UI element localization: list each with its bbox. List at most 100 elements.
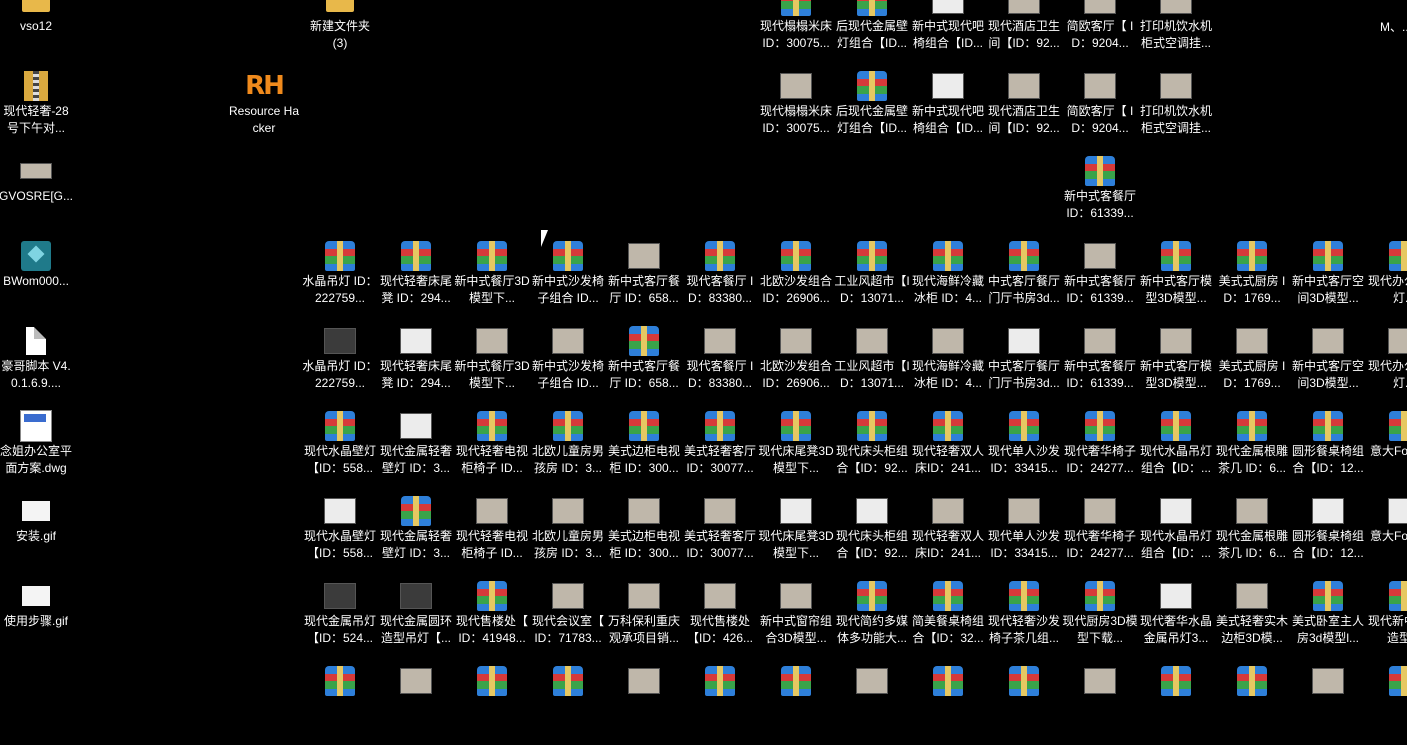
desktop-icon[interactable]: 现代单人沙发 ID：33415... xyxy=(986,405,1062,490)
desktop-icon[interactable]: 使用步骤.gif xyxy=(0,575,74,660)
desktop-icon[interactable]: 现代酒店卫生间【ID：92... xyxy=(986,65,1062,150)
desktop-icon[interactable] xyxy=(758,660,834,745)
desktop-icon[interactable]: 现代售楼处【 ID：41948... xyxy=(454,575,530,660)
desktop-icon[interactable]: 安装.gif xyxy=(0,490,74,575)
desktop-icon[interactable]: 打印机饮水机柜式空调挂... xyxy=(1138,65,1214,150)
desktop-icon[interactable]: 新中式现代吧椅组合【ID... xyxy=(910,0,986,65)
desktop-icon[interactable]: 新中式窗帘组合3D模型... xyxy=(758,575,834,660)
desktop-icon[interactable]: 北欧儿童房男孩房 ID：3... xyxy=(530,490,606,575)
desktop-icon[interactable]: 美式边柜电视柜 ID：300... xyxy=(606,490,682,575)
desktop-icon[interactable]: 现代奢华水晶金属吊灯3... xyxy=(1138,575,1214,660)
desktop-icon[interactable]: 新中式客厅餐厅 ID：658... xyxy=(606,320,682,405)
desktop-icon[interactable]: 现代床尾凳3D模型下... xyxy=(758,405,834,490)
desktop-icon[interactable]: 北欧儿童房男孩房 ID：3... xyxy=(530,405,606,490)
desktop-icon[interactable]: 简欧客厅【 ID：9204... xyxy=(1062,0,1138,65)
desktop-icon[interactable]: 万科保利重庆观承项目销... xyxy=(606,575,682,660)
desktop-icon[interactable]: 新中式客餐厅 ID：61339... xyxy=(1062,150,1138,235)
desktop-icon[interactable]: 新中式客厅餐厅 ID：658... xyxy=(606,235,682,320)
desktop-icon[interactable]: 现代轻奢床尾凳 ID：294... xyxy=(378,235,454,320)
desktop-icon[interactable]: 新中式客厅模型3D模型... xyxy=(1138,320,1214,405)
desktop-icon[interactable]: 现代厨房3D模型下载... xyxy=(1062,575,1138,660)
desktop-icon[interactable] xyxy=(1214,660,1290,745)
desktop-icon[interactable] xyxy=(834,660,910,745)
desktop-icon[interactable]: 现代办公形吊灯... xyxy=(1366,235,1407,320)
desktop-icon[interactable]: 现代海鲜冷藏冰柜 ID：4... xyxy=(910,320,986,405)
desktop-icon[interactable]: 新中式客厅空间3D模型... xyxy=(1290,320,1366,405)
desktop-icon[interactable]: GVOSRE[G... xyxy=(0,150,74,235)
desktop-icon[interactable]: 现代办公形吊灯... xyxy=(1366,320,1407,405)
desktop-icon[interactable] xyxy=(986,660,1062,745)
desktop-icon[interactable]: 新中式客厅模型3D模型... xyxy=(1138,235,1214,320)
desktop-icon[interactable]: 豪哥脚本 V4.0.1.6.9.... xyxy=(0,320,74,405)
desktop-icon[interactable]: 现代会议室【 ID：71783... xyxy=(530,575,606,660)
desktop-icon[interactable] xyxy=(606,660,682,745)
desktop-icon[interactable]: 意大Formit... xyxy=(1366,405,1407,490)
desktop-icon[interactable]: 现代床头柜组合【ID：92... xyxy=(834,490,910,575)
desktop-icon[interactable]: 新中式沙发椅子组合 ID... xyxy=(530,235,606,320)
desktop-icon[interactable]: 新中式餐厅3D模型下... xyxy=(454,235,530,320)
desktop-icon[interactable]: 现代水晶壁灯【ID：558... xyxy=(302,490,378,575)
desktop-icon[interactable]: 现代轻奢电视柜椅子 ID... xyxy=(454,405,530,490)
desktop-icon[interactable]: 简欧客厅【 ID：9204... xyxy=(1062,65,1138,150)
desktop-icon[interactable]: 现代床头柜组合【ID：92... xyxy=(834,405,910,490)
desktop-icon[interactable]: 美式式厨房 ID：1769... xyxy=(1214,235,1290,320)
desktop-icon-resource-hacker[interactable]: RH Resource Hacker xyxy=(226,65,302,150)
desktop-icon[interactable]: 中式客厅餐厅门厅书房3d... xyxy=(986,320,1062,405)
desktop-icon[interactable]: 现代水晶吊灯组合【ID：... xyxy=(1138,490,1214,575)
desktop-icon[interactable]: 现代金属圆环造型吊灯【... xyxy=(378,575,454,660)
desktop-icon[interactable]: 美式边柜电视柜 ID：300... xyxy=(606,405,682,490)
desktop-icon[interactable]: 北欧沙发组合 ID：26906... xyxy=(758,320,834,405)
desktop-icon[interactable]: 工业风超市【ID：13071... xyxy=(834,320,910,405)
desktop-icon[interactable]: 现代单人沙发 ID：33415... xyxy=(986,490,1062,575)
desktop-icon-new-folder[interactable]: 新建文件夹 (3) xyxy=(302,0,378,65)
desktop-icon[interactable]: 新中式客餐厅 ID：61339... xyxy=(1062,320,1138,405)
desktop-icon[interactable]: 现代售楼处 【ID：426... xyxy=(682,575,758,660)
desktop-icon[interactable]: 中式客厅餐厅门厅书房3d... xyxy=(986,235,1062,320)
desktop-icon[interactable]: 后现代金属壁灯组合【ID... xyxy=(834,0,910,65)
desktop-icon[interactable] xyxy=(302,660,378,745)
desktop-icon[interactable]: 现代奢华椅子 ID：24277... xyxy=(1062,405,1138,490)
desktop-icon[interactable] xyxy=(910,660,986,745)
desktop-icon[interactable]: 现代新中式子造型... xyxy=(1366,575,1407,660)
desktop-icon[interactable]: 水晶吊灯 ID：222759... xyxy=(302,320,378,405)
desktop-icon[interactable]: 打印机饮水机柜式空调挂... xyxy=(1138,0,1214,65)
desktop-icon[interactable]: 水晶吊灯 ID：222759... xyxy=(302,235,378,320)
desktop-icon[interactable]: 现代金属吊灯【ID：524... xyxy=(302,575,378,660)
desktop-icon[interactable]: 现代轻奢电视柜椅子 ID... xyxy=(454,490,530,575)
desktop-icon[interactable]: 意大Formit... xyxy=(1366,490,1407,575)
desktop-icon[interactable]: 现代金属根雕茶几 ID：6... xyxy=(1214,405,1290,490)
desktop-icon[interactable]: 现代酒店卫生间【ID：92... xyxy=(986,0,1062,65)
desktop-icon[interactable]: 现代客餐厅 ID：83380... xyxy=(682,235,758,320)
desktop-icon[interactable]: 新中式现代吧椅组合【ID... xyxy=(910,65,986,150)
desktop-icon[interactable]: 新中式沙发椅子组合 ID... xyxy=(530,320,606,405)
desktop-icon[interactable]: 现代轻奢-28号下午对... xyxy=(0,65,74,150)
desktop-icon[interactable]: vso12 xyxy=(0,0,74,65)
desktop-icon[interactable]: 后现代金属壁灯组合【ID... xyxy=(834,65,910,150)
desktop-icon[interactable]: 美式轻奢客厅 ID：30077... xyxy=(682,490,758,575)
desktop-icon[interactable]: 现代金属轻奢壁灯 ID：3... xyxy=(378,490,454,575)
desktop-icon[interactable]: 新中式客餐厅 ID：61339... xyxy=(1062,235,1138,320)
desktop-icon[interactable]: 现代客餐厅 ID：83380... xyxy=(682,320,758,405)
desktop-icon[interactable]: 新中式餐厅3D模型下... xyxy=(454,320,530,405)
desktop-icon[interactable] xyxy=(378,660,454,745)
desktop-icon[interactable]: 美式轻奢客厅 ID：30077... xyxy=(682,405,758,490)
desktop-icon[interactable]: 美式轻奢实木边柜3D模... xyxy=(1214,575,1290,660)
desktop-icon[interactable] xyxy=(682,660,758,745)
desktop-icon[interactable]: 现代简约多媒体多功能大... xyxy=(834,575,910,660)
desktop-icon[interactable] xyxy=(454,660,530,745)
desktop-icon[interactable]: 念姐办公室平面方案.dwg xyxy=(0,405,74,490)
desktop-icon[interactable]: 现代奢华椅子 ID：24277... xyxy=(1062,490,1138,575)
desktop-icon[interactable]: 现代金属轻奢壁灯 ID：3... xyxy=(378,405,454,490)
desktop-icon[interactable] xyxy=(1138,660,1214,745)
desktop-icon[interactable]: 现代床尾凳3D模型下... xyxy=(758,490,834,575)
desktop-icon[interactable]: 现代轻奢双人床ID：241... xyxy=(910,490,986,575)
desktop-icon[interactable] xyxy=(1366,660,1407,745)
desktop-icon[interactable]: 美式式厨房 ID：1769... xyxy=(1214,320,1290,405)
desktop-icon[interactable]: 现代轻奢双人床ID：241... xyxy=(910,405,986,490)
desktop-icon[interactable]: 圆形餐桌椅组合【ID：12... xyxy=(1290,490,1366,575)
desktop-icon[interactable]: 工业风超市【ID：13071... xyxy=(834,235,910,320)
desktop-icon[interactable]: 北欧沙发组合 ID：26906... xyxy=(758,235,834,320)
desktop-icon[interactable]: BWom000... xyxy=(0,235,74,320)
desktop-icon[interactable]: 新中式客厅空间3D模型... xyxy=(1290,235,1366,320)
desktop-icon[interactable]: 现代轻奢床尾凳 ID：294... xyxy=(378,320,454,405)
